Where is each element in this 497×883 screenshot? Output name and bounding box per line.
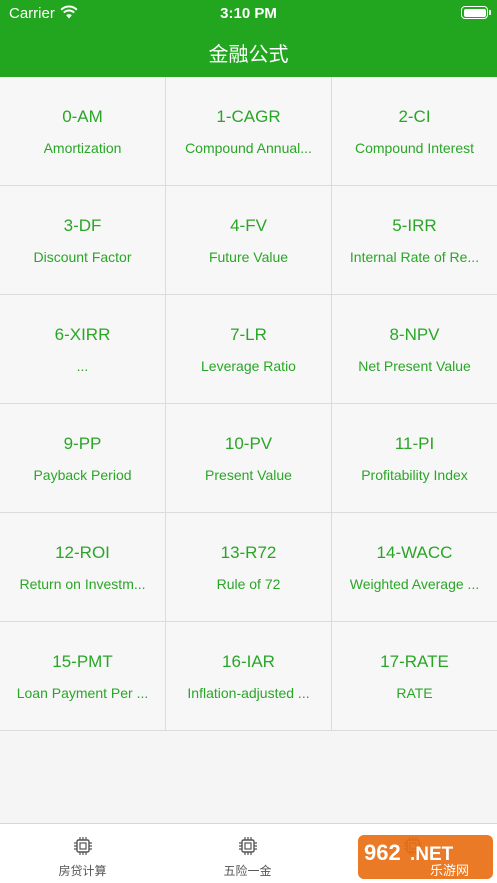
formula-cell[interactable]: 3-DF Discount Factor (0, 186, 166, 295)
formula-description: Compound Annual... (185, 139, 312, 156)
nav-header: Carrier 3:10 PM 金融公式 (0, 0, 497, 77)
formula-cell[interactable]: 7-LR Leverage Ratio (166, 295, 332, 404)
formula-code: 9-PP (63, 433, 102, 453)
formula-cell[interactable]: 8-NPV Net Present Value (332, 295, 497, 404)
formula-code: 15-PMT (52, 651, 113, 671)
formula-description: Compound Interest (354, 139, 475, 156)
watermark-cn: 乐游网 (430, 864, 469, 879)
formula-cell[interactable]: 6-XIRR... (0, 295, 166, 404)
formula-code: 13-R72 (220, 542, 277, 562)
formula-description: Internal Rate of Re... (349, 248, 480, 265)
formula-cell[interactable]: 15-PMT Loan Payment Per ... (0, 622, 166, 731)
formula-cell[interactable]: 14-WACC Weighted Average ... (332, 513, 497, 622)
formula-description: Weighted Average ... (349, 575, 480, 592)
formula-cell[interactable]: 13-R72 Rule of 72 (166, 513, 332, 622)
formula-cell[interactable]: 16-IAR Inflation-adjusted ... (166, 622, 332, 731)
formula-code: 6-XIRR (54, 324, 111, 344)
watermark-number: 962 (364, 840, 401, 865)
tab-mortgage[interactable]: 房贷计算 (0, 824, 165, 883)
formula-code: 5-IRR (392, 215, 437, 235)
formula-cell[interactable]: 9-PP Payback Period (0, 404, 166, 513)
formula-description: Payback Period (33, 466, 132, 483)
formula-code: 14-WACC (376, 542, 453, 562)
battery-icon (461, 6, 491, 19)
formula-description: Leverage Ratio (201, 357, 296, 374)
formula-code: 17-RATE (380, 651, 449, 671)
formula-description: Discount Factor (33, 248, 132, 265)
formula-cell[interactable]: 4-FV Future Value (166, 186, 332, 295)
chip-icon (238, 837, 257, 855)
formula-code: 4-FV (230, 215, 267, 235)
formula-code: 16-IAR (222, 651, 275, 671)
formula-description: Profitability Index (361, 466, 468, 483)
formula-code: 0-AM (62, 106, 103, 126)
formula-code: 10-PV (224, 433, 273, 453)
formula-code: 7-LR (230, 324, 267, 344)
formula-cell[interactable]: 17-RATE RATE (332, 622, 497, 731)
tab-label: 五险一金 (223, 864, 272, 878)
formula-cell[interactable]: 0-AM Amortization (0, 77, 166, 186)
formula-description: Loan Payment Per ... (16, 684, 149, 701)
formula-code: 8-NPV (389, 324, 440, 344)
tab-insurance[interactable]: 五险一金 (165, 824, 330, 883)
formula-cell[interactable]: 5-IRR Internal Rate of Re... (332, 186, 497, 295)
chip-icon (73, 837, 92, 855)
formula-code: 12-ROI (55, 542, 110, 562)
formula-cell[interactable]: 11-PI Profitability Index (332, 404, 497, 513)
formula-cell[interactable]: 1-CAGR Compound Annual... (166, 77, 332, 186)
watermark-net: .NET (410, 844, 454, 865)
formula-grid: 0-AM Amortization 1-CAGR Compound Annual...… (0, 77, 497, 731)
formula-code: 11-PI (394, 433, 435, 453)
formula-description: Rule of 72 (216, 575, 281, 592)
formula-description: Inflation-adjusted ... (187, 684, 310, 701)
formula-code: 3-DF (63, 215, 102, 235)
formula-cell[interactable]: 2-CI Compound Interest (332, 77, 497, 186)
watermark-logo: 962 .NET 乐游网 (358, 835, 493, 879)
formula-description: Future Value (208, 248, 289, 265)
formula-description: Amortization (43, 139, 122, 156)
page-title: 金融公式 (208, 44, 289, 66)
formula-description: Return on Investm... (19, 575, 146, 592)
tab-label: 房贷计算 (58, 864, 107, 878)
formula-code: 1-CAGR (216, 106, 281, 126)
formula-code: 2-CI (398, 106, 431, 126)
formula-cell[interactable]: 12-ROI Return on Investm... (0, 513, 166, 622)
formula-description: RATE (396, 684, 433, 701)
formula-cell[interactable]: 10-PV Present Value (166, 404, 332, 513)
formula-description: Present Value (205, 466, 292, 483)
status-bar: Carrier 3:10 PM (0, 0, 497, 26)
formula-description: Net Present Value (358, 357, 471, 374)
formula-description: ... (76, 357, 89, 374)
clock-time: 3:10 PM (220, 5, 277, 22)
